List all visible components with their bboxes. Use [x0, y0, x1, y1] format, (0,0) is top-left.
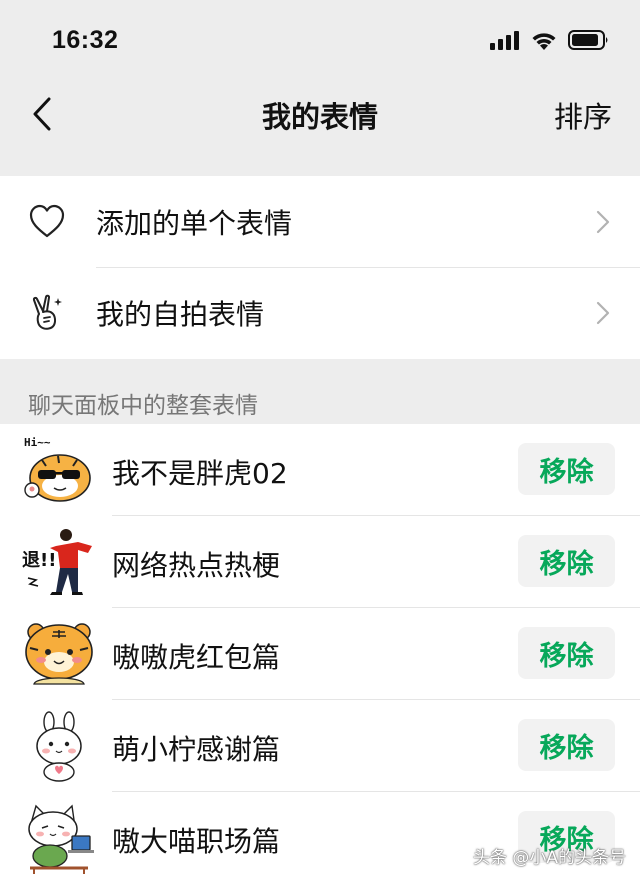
menu-item-selfie-stickers[interactable]: 我的自拍表情: [0, 267, 640, 358]
menu-item-added-stickers[interactable]: 添加的单个表情: [0, 176, 640, 267]
remove-button[interactable]: 移除: [518, 627, 615, 679]
status-time: 16:32: [52, 26, 119, 54]
white-bunny-sticker: [36, 711, 82, 782]
list-item: 嗷嗷虎红包篇 移除: [0, 608, 640, 700]
list-item: 萌小柠感谢篇 移除: [0, 700, 640, 792]
white-cat-laptop-sticker: [28, 804, 94, 874]
wifi-icon: [532, 32, 556, 50]
remove-button[interactable]: 移除: [518, 443, 615, 495]
man-waving-sticker: 退!!: [22, 529, 92, 595]
emoji-menu-card: 添加的单个表情 我的自拍表情: [0, 176, 640, 359]
list-item: Hi~~ 我不是胖虎02 移除: [0, 424, 640, 516]
pack-name: 嗷大喵职场篇: [112, 825, 281, 858]
menu-item-label: 添加的单个表情: [96, 207, 293, 240]
list-item: 退!! 网络热点热梗 移除: [0, 516, 640, 608]
tiger-sunglasses-sticker: Hi~~: [24, 436, 91, 502]
status-icons: [490, 28, 610, 52]
pack-name: 网络热点热梗: [112, 549, 281, 582]
cellular-signal-icon: [490, 31, 519, 50]
pack-name: 我不是胖虎02: [112, 457, 288, 490]
remove-button[interactable]: 移除: [518, 719, 615, 771]
watermark: 头条 @小A的头条号: [472, 848, 626, 868]
victory-hand-icon: [32, 294, 62, 330]
menu-item-label: 我的自拍表情: [96, 298, 265, 331]
heart-outline-icon: [29, 204, 65, 238]
chevron-right-icon: [596, 301, 610, 325]
battery-icon: [568, 30, 608, 50]
tiger-face-sticker: [25, 623, 93, 685]
thumb-caption: 退!!: [22, 550, 56, 571]
page-title: 我的表情: [261, 100, 378, 134]
pack-name: 嗷嗷虎红包篇: [112, 641, 281, 674]
chevron-right-icon: [596, 210, 610, 234]
section-title: 聊天面板中的整套表情: [28, 393, 258, 419]
nav-bar: 我的表情 排序: [0, 80, 640, 176]
status-bar: 16:32: [0, 0, 640, 80]
list-item: 嗷大喵职场篇 移除: [0, 792, 640, 882]
remove-button[interactable]: 移除: [518, 535, 615, 587]
thumb-caption: Hi~~: [24, 436, 51, 449]
pack-name: 萌小柠感谢篇: [112, 733, 281, 766]
sticker-pack-list: Hi~~ 我不是胖虎02 移除 退!! 网络热点热梗 移除 嗷嗷虎红包篇 移除 …: [0, 424, 640, 882]
sort-button[interactable]: 排序: [554, 94, 612, 136]
